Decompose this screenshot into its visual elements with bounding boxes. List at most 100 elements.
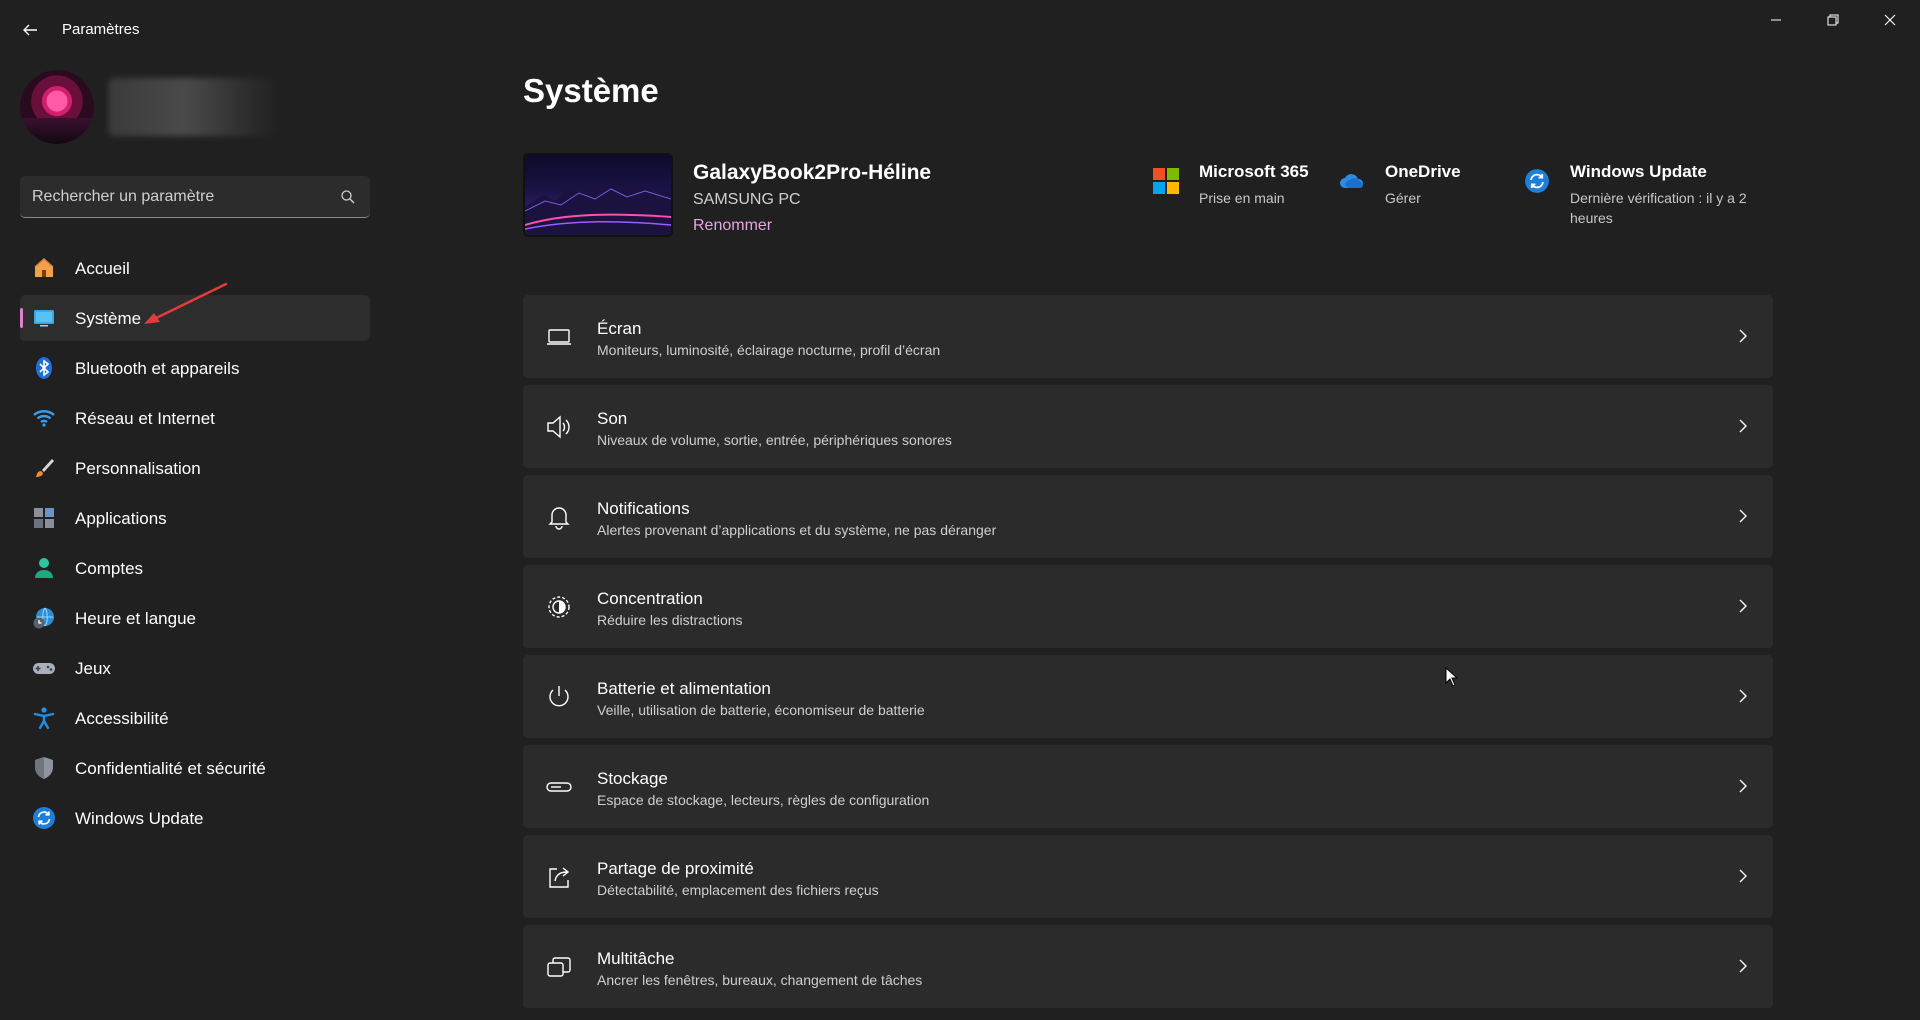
card-title: Concentration	[597, 589, 703, 608]
close-icon	[1884, 14, 1896, 26]
settings-card-concentration[interactable]: Concentration Réduire les distractions	[523, 565, 1773, 648]
sidebar-item-applications[interactable]: Applications	[20, 495, 370, 541]
sidebar-item-label: Bluetooth et appareils	[75, 359, 240, 378]
search-icon[interactable]	[340, 189, 356, 205]
speaker-icon	[547, 415, 570, 439]
rename-link[interactable]: Renommer	[693, 217, 772, 235]
sidebar-item-reseau[interactable]: Réseau et Internet	[20, 395, 370, 441]
settings-list: Écran Moniteurs, luminosité, éclairage n…	[523, 295, 1773, 1015]
sidebar-item-label: Comptes	[75, 559, 144, 578]
home-icon	[32, 256, 56, 280]
share-icon	[549, 867, 570, 888]
multitask-icon	[547, 957, 571, 977]
focus-icon	[548, 596, 570, 618]
sidebar-item-heure-langue[interactable]: Heure et langue	[20, 595, 370, 641]
quick-link-subtitle: Gérer	[1385, 190, 1421, 206]
sidebar-item-label: Confidentialité et sécurité	[75, 759, 266, 778]
sidebar-item-confidentialite[interactable]: Confidentialité et sécurité	[20, 745, 370, 791]
card-title: Partage de proximité	[597, 859, 754, 878]
title-bar: Paramètres	[0, 0, 1920, 60]
card-subtitle: Alertes provenant d’applications et du s…	[597, 522, 997, 538]
card-title: Batterie et alimentation	[597, 679, 771, 698]
sidebar-item-label: Heure et langue	[75, 609, 196, 628]
quick-link-title: OneDrive	[1385, 162, 1461, 181]
card-title: Son	[597, 409, 628, 428]
restore-icon	[1827, 14, 1839, 26]
back-button[interactable]	[14, 16, 46, 44]
chevron-right-icon	[1739, 329, 1747, 343]
search-input[interactable]	[32, 176, 332, 218]
user-profile[interactable]	[20, 70, 280, 146]
card-title: Multitâche	[597, 949, 675, 968]
sidebar-item-label: Accueil	[75, 259, 130, 278]
sidebar-item-comptes[interactable]: Comptes	[20, 545, 370, 591]
sidebar-item-label: Jeux	[75, 659, 111, 678]
quick-link-subtitle: Dernière vérification : il y a 2 heures	[1570, 190, 1747, 226]
account-icon	[32, 556, 56, 580]
settings-card-notifications[interactable]: Notifications Alertes provenant d’applic…	[523, 475, 1773, 558]
display-icon	[547, 329, 571, 345]
device-wallpaper-thumbnail	[523, 153, 673, 237]
sidebar-item-windows-update[interactable]: Windows Update	[20, 795, 370, 841]
card-subtitle: Espace de stockage, lecteurs, règles de …	[597, 792, 930, 808]
card-title: Stockage	[597, 769, 668, 788]
chevron-right-icon	[1739, 959, 1747, 973]
sidebar-item-label: Personnalisation	[75, 459, 201, 478]
power-icon	[549, 686, 569, 707]
mouse-cursor-icon	[1445, 667, 1459, 687]
restore-button[interactable]	[1805, 0, 1861, 40]
sidebar-item-systeme[interactable]: Système	[20, 295, 370, 341]
card-subtitle: Niveaux de volume, sortie, entrée, périp…	[597, 432, 952, 448]
card-subtitle: Moniteurs, luminosité, éclairage nocturn…	[597, 342, 941, 358]
quick-link-title: Windows Update	[1570, 162, 1707, 181]
quick-link-title: Microsoft 365	[1199, 162, 1309, 181]
search-box[interactable]	[20, 176, 370, 218]
sidebar-item-label: Accessibilité	[75, 709, 169, 728]
chevron-right-icon	[1739, 509, 1747, 523]
sidebar-item-label: Réseau et Internet	[75, 409, 215, 428]
chevron-right-icon	[1739, 869, 1747, 883]
windows-update-icon	[1525, 169, 1549, 193]
close-button[interactable]	[1862, 0, 1918, 40]
settings-card-ecran[interactable]: Écran Moniteurs, luminosité, éclairage n…	[523, 295, 1773, 378]
sidebar-item-bluetooth[interactable]: Bluetooth et appareils	[20, 345, 370, 391]
windows-update-icon	[32, 806, 56, 830]
apps-icon	[32, 506, 56, 530]
card-subtitle: Réduire les distractions	[597, 612, 743, 628]
device-model: SAMSUNG PC	[693, 191, 801, 208]
system-icon	[32, 306, 56, 330]
settings-card-son[interactable]: Son Niveaux de volume, sortie, entrée, p…	[523, 385, 1773, 468]
chevron-right-icon	[1739, 419, 1747, 433]
wifi-icon	[32, 406, 56, 430]
card-title: Écran	[597, 319, 642, 338]
settings-card-stockage[interactable]: Stockage Espace de stockage, lecteurs, r…	[523, 745, 1773, 828]
onedrive-icon	[1340, 174, 1364, 188]
card-subtitle: Ancrer les fenêtres, bureaux, changement…	[597, 972, 923, 988]
sidebar-item-label: Applications	[75, 509, 167, 528]
sidebar-item-accessibilite[interactable]: Accessibilité	[20, 695, 370, 741]
settings-card-batterie[interactable]: Batterie et alimentation Veille, utilisa…	[523, 655, 1773, 738]
settings-card-partage[interactable]: Partage de proximité Détectabilité, empl…	[523, 835, 1773, 918]
avatar	[20, 70, 94, 144]
back-arrow-icon	[23, 24, 37, 36]
settings-card-multitache[interactable]: Multitâche Ancrer les fenêtres, bureaux,…	[523, 925, 1773, 1008]
app-title: Paramètres	[62, 21, 140, 38]
sidebar-item-label: Système	[75, 309, 142, 328]
chevron-right-icon	[1739, 689, 1747, 703]
minimize-button[interactable]	[1748, 0, 1804, 40]
bell-icon	[548, 507, 570, 530]
page-title: Système	[523, 72, 659, 109]
chevron-right-icon	[1739, 599, 1747, 613]
microsoft-365-icon	[1153, 168, 1179, 194]
quick-link-subtitle: Prise en main	[1199, 190, 1285, 206]
card-subtitle: Détectabilité, emplacement des fichiers …	[597, 882, 879, 898]
device-name: GalaxyBook2Pro-Héline	[693, 161, 932, 184]
sidebar-item-jeux[interactable]: Jeux	[20, 645, 370, 691]
sidebar-item-personnalisation[interactable]: Personnalisation	[20, 445, 370, 491]
card-title: Notifications	[597, 499, 690, 518]
storage-icon	[546, 782, 572, 792]
card-subtitle: Veille, utilisation de batterie, économi…	[597, 702, 925, 718]
sidebar-item-accueil[interactable]: Accueil	[20, 245, 370, 291]
accessibility-icon	[32, 706, 56, 730]
minimize-icon	[1771, 19, 1781, 21]
